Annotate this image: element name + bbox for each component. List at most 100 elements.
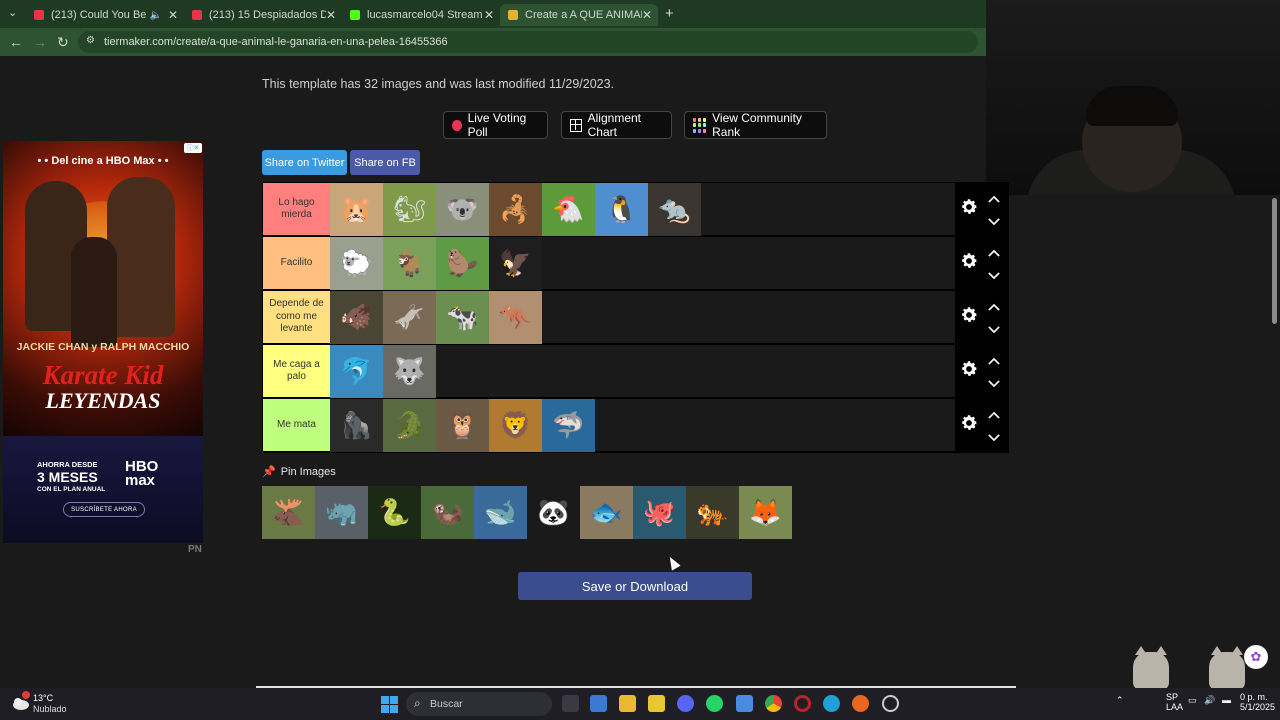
tier-label[interactable]: Me mata [263, 399, 330, 451]
scorpion-image[interactable]: 🦂 [489, 183, 542, 236]
tiger-image[interactable]: 🐅 [686, 486, 739, 539]
browser-tab-1[interactable]: (213) Could You Be Loved - 🔈 ✕ [26, 4, 184, 26]
wolf-icon: 🐺 [393, 356, 426, 386]
chevron-up-icon[interactable] [988, 299, 1002, 311]
kangaroo-image[interactable]: 🦘 [489, 291, 542, 344]
discord-icon[interactable] [677, 695, 694, 712]
tier-label[interactable]: Lo hago mierda [263, 183, 330, 235]
penguin-image[interactable]: 🐧 [595, 183, 648, 236]
tier-label[interactable]: Depende de como me levante [263, 291, 330, 343]
store-icon[interactable] [590, 695, 607, 712]
site-info-icon[interactable]: ⚙ [86, 35, 95, 46]
clock[interactable]: 0 p. m. 5/1/2025 [1240, 692, 1275, 713]
app-icon[interactable] [736, 695, 753, 712]
chevron-down-icon[interactable] [988, 429, 1002, 442]
network-icon[interactable]: ▭ [1188, 695, 1197, 706]
panda-image[interactable]: 🐼 [527, 486, 580, 539]
wolf-image[interactable]: 🐺 [383, 345, 436, 398]
donkey-image[interactable]: 🫏 [383, 291, 436, 344]
settings-app-icon[interactable] [882, 695, 899, 712]
close-tab-icon[interactable]: ✕ [484, 8, 494, 22]
chicken-image[interactable]: 🐔 [542, 183, 595, 236]
scrollbar-thumb[interactable] [1272, 198, 1277, 324]
chevron-down-icon[interactable] [988, 321, 1002, 334]
save-or-download-button[interactable]: Save or Download [518, 572, 752, 600]
browser-tab-4[interactable]: Create a A QUE ANIMAL LE GANA ✕ [500, 4, 658, 26]
koala-image[interactable]: 🐨 [436, 183, 489, 236]
chevron-up-icon[interactable] [988, 191, 1002, 203]
shark-image[interactable]: 🦈 [542, 399, 595, 452]
forward-icon[interactable]: → [33, 34, 47, 50]
snake-image[interactable]: 🐍 [368, 486, 421, 539]
back-icon[interactable]: ← [9, 34, 23, 50]
wild-boar-image[interactable]: 🐗 [330, 291, 383, 344]
octopus-image[interactable]: 🐙 [633, 486, 686, 539]
cow-image[interactable]: 🐄 [436, 291, 489, 344]
notes-icon[interactable] [648, 695, 665, 712]
tray-expand-icon[interactable]: ⌃ [1116, 695, 1124, 706]
squirrel-image[interactable]: 🐿 [383, 183, 436, 236]
owl-image[interactable]: 🦉 [436, 399, 489, 452]
whatsapp-icon[interactable] [706, 695, 723, 712]
moose-image[interactable]: 🫎 [262, 486, 315, 539]
chevron-up-icon[interactable] [988, 407, 1002, 419]
browser-tab-2[interactable]: (213) 15 Despiadados Dragones ✕ [184, 4, 342, 26]
chevron-up-icon[interactable] [988, 245, 1002, 257]
chrome-icon[interactable] [765, 695, 782, 712]
windows-start-icon[interactable] [381, 696, 398, 713]
volume-icon[interactable]: 🔊 [1204, 695, 1215, 706]
alignment-chart-button[interactable]: Alignment Chart [561, 111, 672, 139]
crocodile-image[interactable]: 🐊 [383, 399, 436, 452]
lang-indicator[interactable]: SP LAA [1166, 692, 1183, 713]
gear-icon[interactable] [959, 359, 979, 379]
live-voting-poll-button[interactable]: Live Voting Poll [443, 111, 548, 139]
otter-image[interactable]: 🦦 [421, 486, 474, 539]
ad-choices-icon[interactable]: ⓘ✕ [184, 143, 202, 153]
copilot-icon[interactable]: ✿ [1244, 645, 1268, 669]
view-community-rank-button[interactable]: View Community Rank [684, 111, 827, 139]
opera-icon[interactable] [794, 695, 811, 712]
gear-icon[interactable] [959, 197, 979, 217]
guinea-pig-image[interactable]: 🐹 [330, 183, 383, 236]
close-tab-icon[interactable]: ✕ [168, 8, 178, 22]
taskbar-search-field[interactable]: ⌕ Buscar [406, 692, 552, 716]
browser-tab-3[interactable]: lucasmarcelo04 Stream - Watch ✕ [342, 4, 500, 26]
orca-image[interactable]: 🐋 [474, 486, 527, 539]
tier-label[interactable]: Facilito [263, 237, 330, 289]
gear-icon[interactable] [959, 305, 979, 325]
firefox-icon[interactable] [852, 695, 869, 712]
close-tab-icon[interactable]: ✕ [642, 8, 652, 22]
fox-image[interactable]: 🦊 [739, 486, 792, 539]
new-tab-icon[interactable]: + [665, 5, 674, 22]
rhino-image[interactable]: 🦏 [315, 486, 368, 539]
edge-icon[interactable] [823, 695, 840, 712]
piranha-image[interactable]: 🐟 [580, 486, 633, 539]
lion-image[interactable]: 🦁 [489, 399, 542, 452]
chevron-down-icon[interactable] [988, 375, 1002, 388]
dolphin-image[interactable]: 🐬 [330, 345, 383, 398]
tab-list-dropdown-icon[interactable]: ⌄ [8, 6, 17, 19]
advertisement[interactable]: • • Del cine a HBO Max • • JACKIE CHAN y… [3, 141, 203, 543]
pin-images-label[interactable]: 📌 Pin Images [262, 465, 336, 479]
chevron-down-icon[interactable] [988, 267, 1002, 280]
chevron-up-icon[interactable] [988, 353, 1002, 365]
tier-label[interactable]: Me caga a palo [263, 345, 330, 397]
battery-icon[interactable]: ▬ [1222, 695, 1231, 705]
url-field[interactable]: ⚙ tiermaker.com/create/a-que-animal-le-g… [78, 31, 978, 53]
eagle-image[interactable]: 🦅 [489, 237, 542, 290]
task-view-icon[interactable] [562, 695, 579, 712]
close-tab-icon[interactable]: ✕ [326, 8, 336, 22]
gorilla-image[interactable]: 🦍 [330, 399, 383, 452]
gear-icon[interactable] [959, 413, 979, 433]
capybara-image[interactable]: 🦫 [436, 237, 489, 290]
share-twitter-button[interactable]: Share on Twitter [262, 150, 347, 175]
file-explorer-icon[interactable] [619, 695, 636, 712]
rat-image[interactable]: 🐀 [648, 183, 701, 236]
ad-subscribe-button[interactable]: SUSCRÍBETE AHORA [63, 502, 145, 517]
share-fb-button[interactable]: Share on FB [350, 150, 420, 175]
reload-icon[interactable]: ↻ [57, 34, 69, 51]
gear-icon[interactable] [959, 251, 979, 271]
chevron-down-icon[interactable] [988, 213, 1002, 226]
goat-image[interactable]: 🐐 [383, 237, 436, 290]
sheep-image[interactable]: 🐑 [330, 237, 383, 290]
